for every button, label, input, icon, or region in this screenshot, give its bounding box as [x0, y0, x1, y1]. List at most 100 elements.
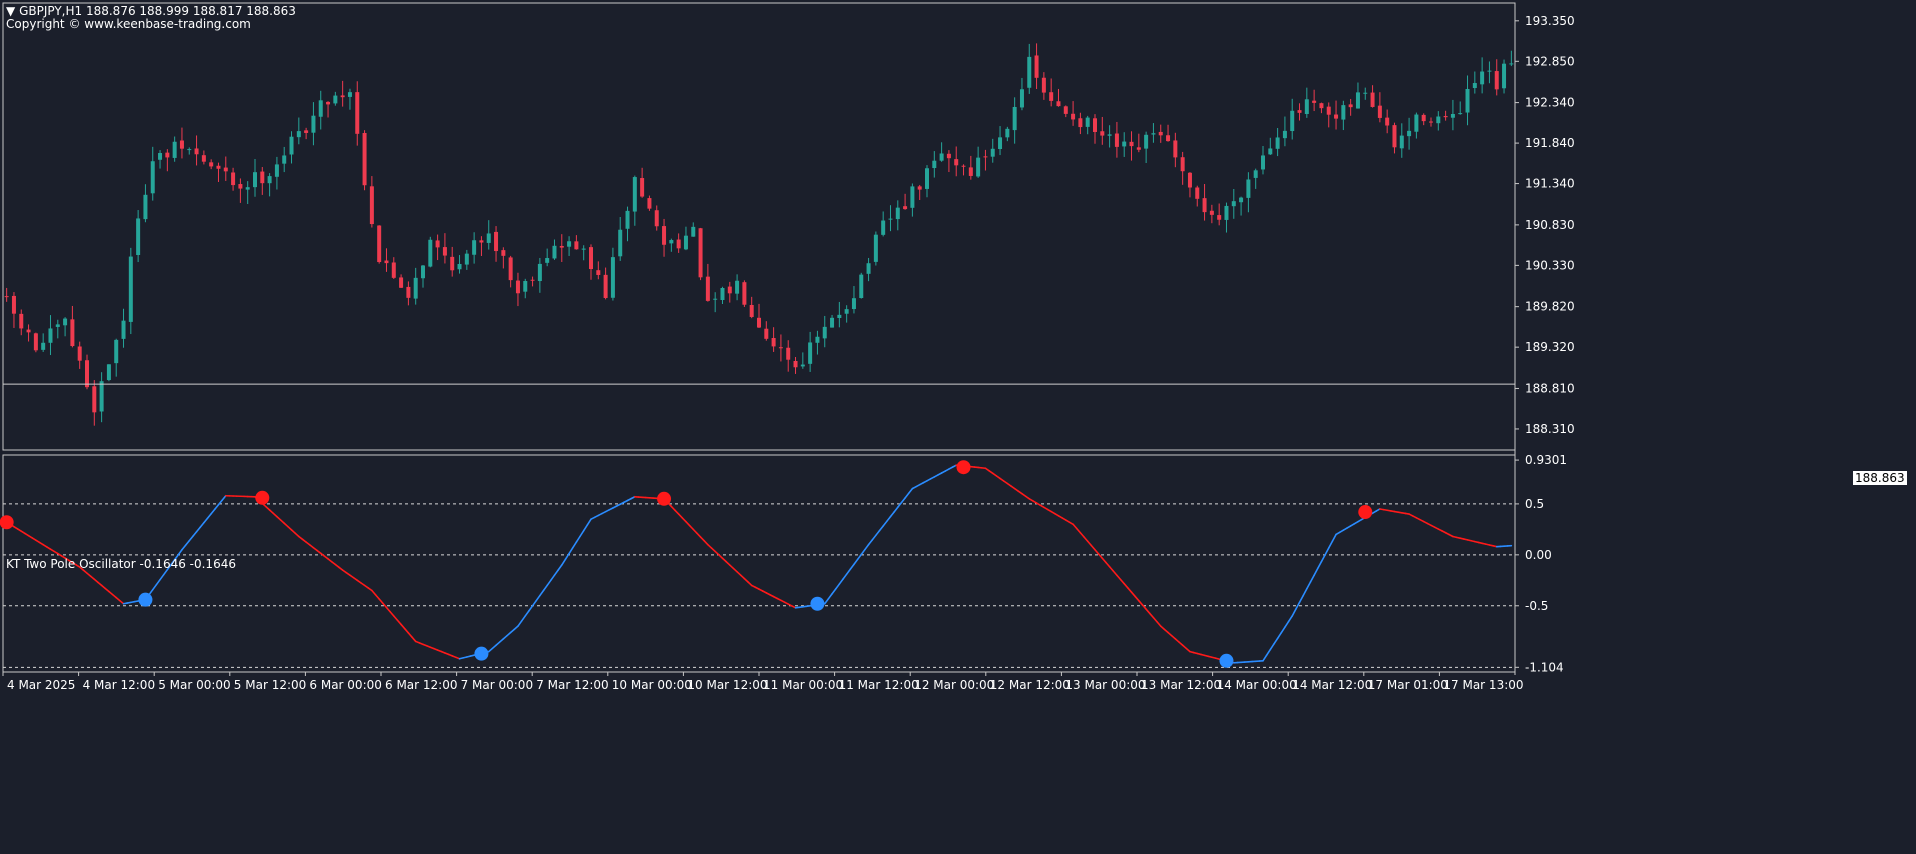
- current-price-tag: 188.863: [1853, 471, 1907, 485]
- oscillator-line-segment: [558, 565, 562, 570]
- candle-body: [728, 287, 732, 294]
- candle-body: [1487, 71, 1491, 72]
- oscillator-line-segment: [1106, 562, 1110, 566]
- copyright-text: Copyright © www.keenbase-trading.com: [6, 17, 251, 31]
- buy-signal-dot: [1219, 654, 1233, 668]
- candle-body: [1035, 55, 1039, 77]
- candle-body: [5, 296, 9, 297]
- candle-body: [655, 210, 659, 226]
- candle-body: [764, 329, 768, 339]
- oscillator-line-segment: [1132, 592, 1136, 596]
- time-tick-label: 6 Mar 00:00: [309, 678, 382, 692]
- candle-body: [34, 333, 38, 350]
- oscillator-line-segment: [825, 599, 829, 604]
- oscillator-line-segment: [1146, 609, 1150, 613]
- candle-body: [662, 226, 666, 245]
- candle-body: [874, 235, 878, 262]
- candle-body: [304, 130, 308, 133]
- time-tick-label: 10 Mar 00:00: [612, 678, 692, 692]
- candle-body: [1086, 118, 1090, 127]
- oscillator-line-segment: [1329, 541, 1333, 548]
- oscillator-line-segment: [1281, 627, 1285, 633]
- candle-body: [1254, 170, 1258, 178]
- candle-body: [41, 343, 45, 350]
- oscillator-line-segment: [186, 541, 190, 545]
- candle-body: [1319, 103, 1323, 108]
- oscillator-line-segment: [836, 584, 840, 589]
- oscillator-line-segment: [880, 526, 884, 531]
- candle-body: [1166, 135, 1170, 141]
- chart-canvas[interactable]: 193.350192.850192.340191.840191.340190.8…: [0, 0, 1916, 850]
- oscillator-line-segment: [540, 590, 544, 595]
- oscillator-line-segment: [1124, 584, 1128, 588]
- candle-body: [538, 264, 542, 281]
- candle-body: [742, 282, 746, 305]
- candle-body: [1049, 92, 1053, 101]
- candle-body: [823, 327, 827, 339]
- candle-body: [1195, 188, 1199, 199]
- candle-body: [903, 206, 907, 209]
- candle-body: [1013, 107, 1017, 130]
- oscillator-line-segment: [1296, 602, 1300, 609]
- oscillator-line-segment: [197, 527, 201, 531]
- time-tick-label: 6 Mar 12:00: [385, 678, 458, 692]
- symbol-label: ▼ GBPJPY,H1 188.876 188.999 188.817 188.…: [6, 4, 296, 18]
- price-tick-label: 193.350: [1525, 14, 1575, 28]
- candle-body: [1268, 148, 1272, 154]
- oscillator-line-segment: [1135, 596, 1139, 600]
- candle-body: [998, 137, 1002, 149]
- candle-body: [779, 347, 783, 348]
- trading-chart[interactable]: 193.350192.850192.340191.840191.340190.8…: [0, 0, 1916, 850]
- oscillator-line-segment: [1073, 524, 1077, 528]
- oscillator-line-segment: [522, 616, 526, 621]
- oscillator-line-segment: [832, 589, 836, 594]
- candle-body: [1239, 198, 1243, 203]
- oscillator-line-segment: [1110, 567, 1114, 571]
- candle-body: [1210, 211, 1214, 215]
- oscillator-line-segment: [847, 569, 851, 574]
- oscillator-line-segment: [533, 601, 537, 606]
- oscillator-line-segment: [573, 542, 577, 548]
- candle-body: [1020, 89, 1024, 107]
- oscillator-line-segment: [536, 596, 540, 601]
- candle-body: [100, 381, 104, 411]
- candle-body: [494, 232, 498, 251]
- buy-signal-dot: [138, 593, 152, 607]
- oscillator-line-segment: [1117, 575, 1121, 579]
- candle-body: [348, 92, 352, 97]
- candle-body: [626, 211, 630, 229]
- candle-body: [231, 172, 235, 185]
- time-tick-label: 13 Mar 12:00: [1141, 678, 1221, 692]
- candle-body: [1444, 116, 1448, 117]
- candle-body: [1181, 157, 1185, 171]
- oscillator-line-segment: [547, 580, 551, 585]
- candle-body: [187, 149, 191, 150]
- candle-body: [1422, 115, 1426, 121]
- price-tick-label: 190.830: [1525, 218, 1575, 232]
- oscillator-line-segment: [215, 505, 219, 509]
- candle-body: [1144, 135, 1148, 149]
- candle-body: [1363, 93, 1367, 94]
- candle-body: [1122, 142, 1126, 147]
- candle-body: [1173, 140, 1177, 157]
- oscillator-line-segment: [898, 503, 902, 508]
- oscillator-line-segment: [1325, 548, 1329, 555]
- candle-body: [837, 315, 841, 318]
- dropdown-triangle-icon[interactable]: ▼: [6, 4, 15, 18]
- candle-body: [1203, 198, 1207, 212]
- candle-body: [428, 240, 432, 267]
- candle-body: [268, 176, 272, 183]
- candle-body: [1042, 78, 1046, 93]
- time-tick-label: 17 Mar 01:00: [1368, 678, 1448, 692]
- oscillator-line-segment: [156, 580, 160, 585]
- oscillator-line-segment: [858, 555, 862, 560]
- candle-body: [852, 298, 856, 309]
- candle-body: [1224, 206, 1228, 220]
- candle-body: [516, 281, 520, 294]
- candle-body: [63, 319, 67, 326]
- oscillator-line-segment: [208, 514, 212, 518]
- candle-body: [180, 141, 184, 149]
- oscillator-line-segment: [854, 559, 858, 564]
- price-tick-label: 189.320: [1525, 340, 1575, 354]
- candle-body: [1283, 131, 1287, 138]
